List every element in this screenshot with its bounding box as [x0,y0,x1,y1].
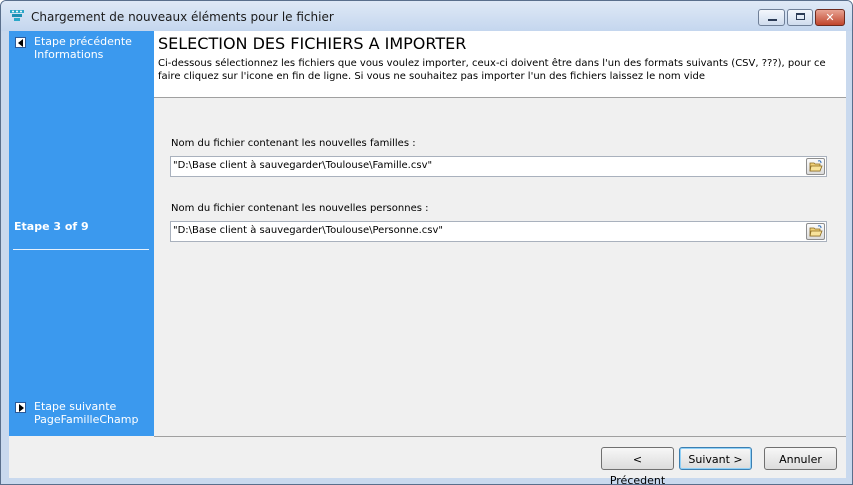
persons-file-field[interactable]: "D:\Base client à sauvegarder\Toulouse\P… [170,221,827,242]
minimize-icon [768,19,777,21]
arrow-right-icon [19,404,24,412]
minimize-button[interactable] [758,9,785,26]
previous-step-link[interactable]: Etape précédente Informations [34,35,132,61]
previous-step-button[interactable] [15,37,26,48]
browse-families-button[interactable] [806,158,825,175]
footer-separator [154,436,846,437]
next-step-link[interactable]: Etape suivante PageFamilleChamp [34,400,138,426]
sidebar-divider [13,249,149,250]
next-step-label: Etape suivante [34,400,117,413]
page-header: SELECTION DES FICHIERS A IMPORTER Ci-des… [154,31,846,98]
next-step-button[interactable] [15,402,26,413]
folder-open-icon [809,160,823,172]
previous-button[interactable]: < Précedent [601,447,674,484]
maximize-icon [796,13,805,20]
app-logo-icon [10,10,24,21]
next-button[interactable]: Suivant > [679,447,752,470]
wizard-sidebar: Etape précédente Informations Etape 3 of… [9,31,154,436]
close-icon: ✕ [825,11,835,24]
families-file-field[interactable]: "D:\Base client à sauvegarder\Toulouse\F… [170,156,827,177]
page-description: Ci-dessous sélectionnez les fichiers que… [158,58,826,82]
maximize-button[interactable] [787,9,813,26]
arrow-left-icon [18,39,23,47]
persons-file-value: "D:\Base client à sauvegarder\Toulouse\P… [173,225,443,236]
families-file-label: Nom du fichier contenant les nouvelles f… [171,138,416,149]
families-file-value: "D:\Base client à sauvegarder\Toulouse\F… [173,160,433,171]
wizard-window: Chargement de nouveaux éléments pour le … [0,0,853,485]
title-bar[interactable]: Chargement de nouveaux éléments pour le … [1,1,852,31]
step-indicator: Etape 3 of 9 [14,220,89,233]
folder-open-icon [809,225,823,237]
next-step-name: PageFamilleChamp [34,413,139,426]
previous-step-name: Informations [34,48,104,61]
cancel-button[interactable]: Annuler [764,447,837,470]
persons-file-label: Nom du fichier contenant les nouvelles p… [171,203,429,214]
close-button[interactable]: ✕ [815,9,845,26]
previous-step-label: Etape précédente [34,35,132,48]
window-title: Chargement de nouveaux éléments pour le … [31,10,334,24]
wizard-client-area: Etape précédente Informations Etape 3 of… [9,31,846,484]
page-title: SELECTION DES FICHIERS A IMPORTER [158,34,467,53]
browse-persons-button[interactable] [806,223,825,240]
